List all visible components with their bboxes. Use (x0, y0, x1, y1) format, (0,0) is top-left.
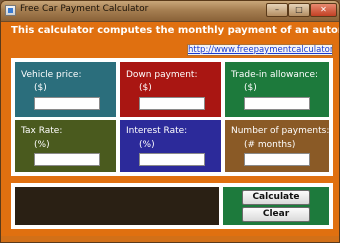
interest-rate-label: Interest Rate: (126, 126, 188, 136)
trade-in-label: Trade-in allowance: (231, 70, 319, 80)
window-title: Free Car Payment Calculator (20, 4, 149, 14)
clear-button[interactable]: Clear (242, 207, 310, 222)
interest-rate-input[interactable] (139, 153, 205, 166)
vehicle-price-panel: Vehicle price: ($) (15, 62, 116, 117)
description-text: This calculator computes the monthly pay… (11, 25, 339, 36)
interest-rate-panel: Interest Rate: (%) (120, 120, 221, 172)
vehicle-price-label: Vehicle price: (21, 70, 82, 80)
tax-rate-panel: Tax Rate: (%) (15, 120, 116, 172)
maximize-button[interactable]: □ (288, 3, 310, 17)
minimize-button[interactable]: – (266, 3, 288, 17)
input-grid: Vehicle price: ($) Down payment: ($) Tra… (11, 58, 333, 176)
bottom-edge (1, 236, 339, 242)
calculate-button[interactable]: Calculate (242, 190, 310, 205)
tax-rate-input[interactable] (34, 153, 100, 166)
down-payment-label: Down payment: (126, 70, 198, 80)
num-payments-panel: Number of payments: (# months) (225, 120, 329, 172)
button-panel: Calculate Clear (223, 187, 329, 225)
down-payment-panel: Down payment: ($) (120, 62, 221, 117)
title-bar[interactable]: Free Car Payment Calculator – □ ✕ (1, 1, 339, 22)
trade-in-input[interactable] (244, 97, 310, 110)
app-icon (5, 5, 16, 16)
tax-rate-unit: (%) (34, 140, 50, 150)
interest-rate-unit: (%) (139, 140, 155, 150)
num-payments-input[interactable] (244, 153, 310, 166)
close-button[interactable]: ✕ (310, 3, 337, 17)
num-payments-label: Number of payments: (231, 126, 330, 136)
down-payment-input[interactable] (139, 97, 205, 110)
vehicle-price-input[interactable] (34, 97, 100, 110)
trade-in-unit: ($) (244, 83, 257, 93)
result-area: Calculate Clear (11, 183, 333, 229)
down-payment-unit: ($) (139, 83, 152, 93)
num-payments-unit: (# months) (244, 140, 296, 150)
vehicle-price-unit: ($) (34, 83, 47, 93)
tax-rate-label: Tax Rate: (21, 126, 63, 136)
trade-in-panel: Trade-in allowance: ($) (225, 62, 329, 117)
website-link[interactable]: http://www.freepaymentcalculators.com (187, 44, 333, 56)
calculator-window: Free Car Payment Calculator – □ ✕ This c… (0, 0, 340, 243)
result-display (15, 187, 219, 225)
